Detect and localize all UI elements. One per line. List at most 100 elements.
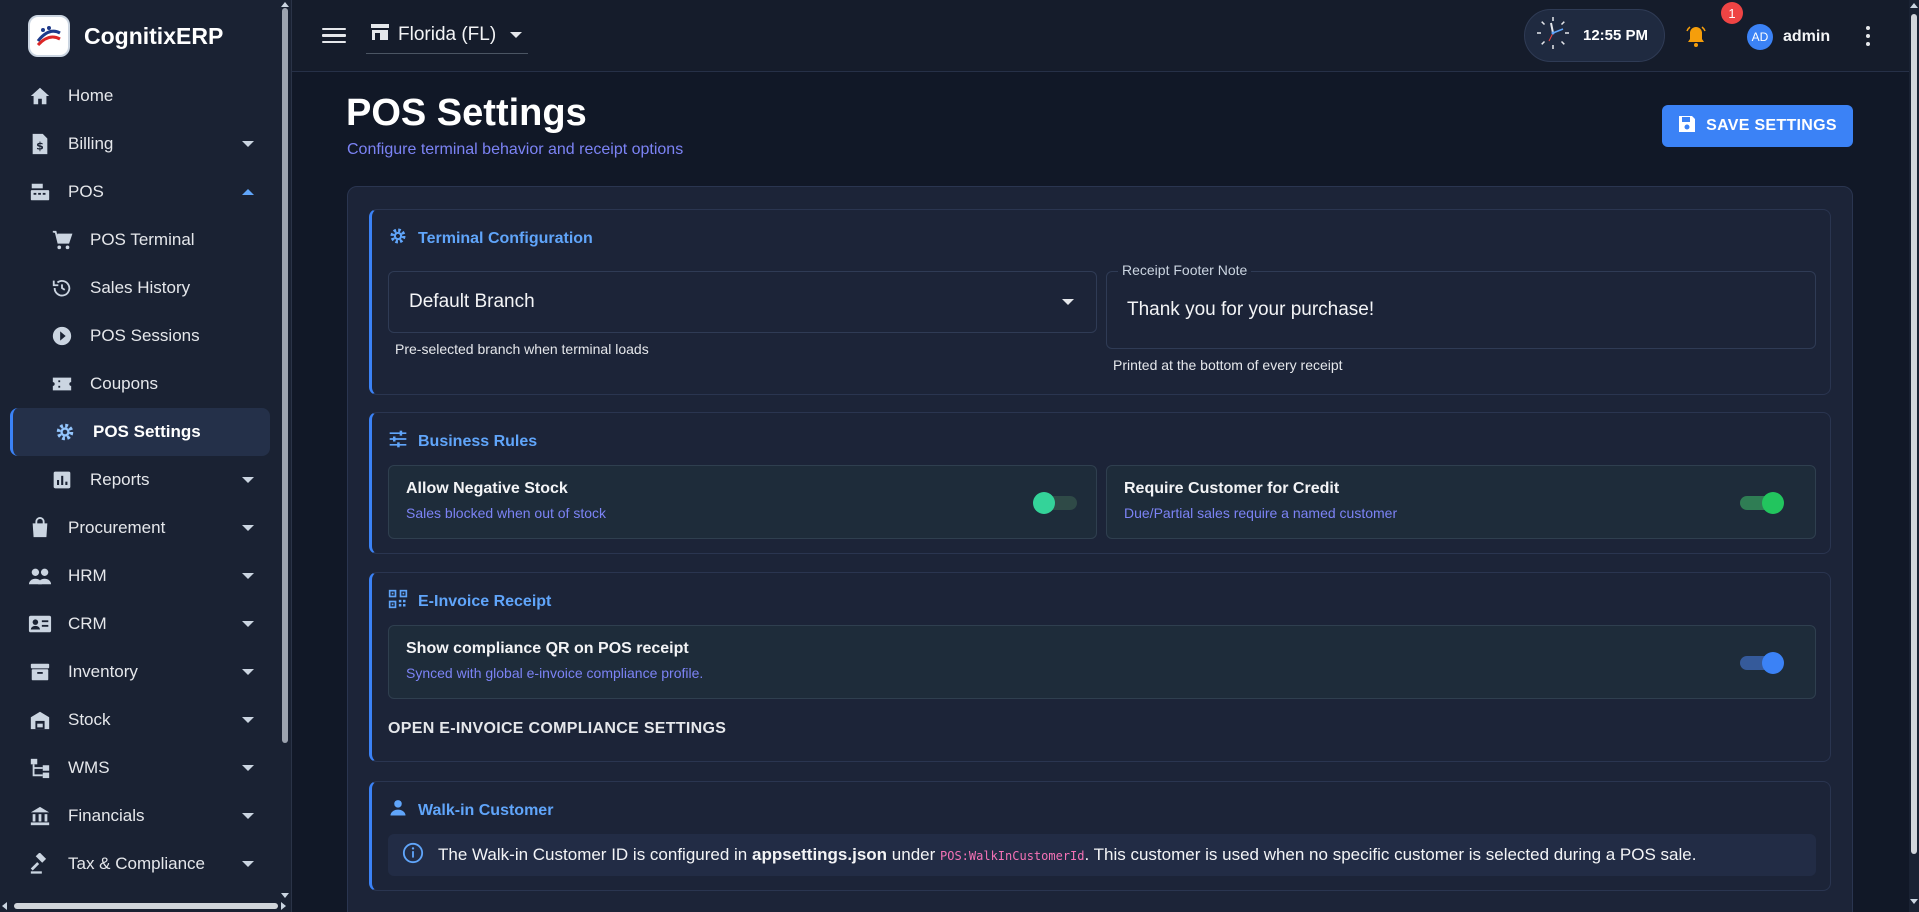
require-customer-toggle[interactable] — [1740, 492, 1784, 514]
branch-name: Florida (FL) — [398, 24, 497, 45]
person-icon — [388, 798, 408, 823]
sidebar-item-pos[interactable]: POS — [0, 168, 282, 216]
require-customer-title: Require Customer for Credit — [1124, 480, 1340, 497]
sidebar-scroll-up-icon[interactable] — [281, 2, 289, 7]
store-icon — [370, 23, 390, 47]
chevron-down-icon — [242, 621, 254, 627]
sidebar-item-pos-sessions[interactable]: POS Sessions — [0, 312, 282, 360]
receipt-footer-label: Receipt Footer Note — [1118, 262, 1252, 278]
sidebar-item-hrm[interactable]: HRM — [0, 552, 282, 600]
sidebar-item-pos-terminal[interactable]: POS Terminal — [0, 216, 282, 264]
terminal-configuration-section: Terminal Configuration Default Branch Pr… — [369, 209, 1831, 395]
gear-icon — [388, 226, 408, 251]
sidebar-item-billing[interactable]: $ Billing — [0, 120, 282, 168]
sidebar-item-home[interactable]: Home — [0, 72, 282, 120]
allow-negative-stock-desc: Sales blocked when out of stock — [406, 505, 607, 521]
brand[interactable]: CognitixERP — [0, 0, 291, 72]
sidebar-item-coupons[interactable]: Coupons — [0, 360, 282, 408]
notification-bell-icon[interactable] — [1684, 24, 1708, 48]
username: admin — [1783, 28, 1831, 45]
home-icon — [28, 84, 52, 108]
receipt-footer-helper: Printed at the bottom of every receipt — [1113, 357, 1343, 373]
page-subtitle: Configure terminal behavior and receipt … — [347, 141, 684, 158]
top-bar: Florida (FL) 12:55 PM 1 AD admin — [292, 0, 1909, 72]
gavel-icon — [28, 852, 52, 876]
sidebar-item-label: POS — [68, 182, 104, 201]
sidebar-item-reports[interactable]: Reports — [0, 456, 282, 504]
menu-icon[interactable] — [322, 24, 346, 48]
clock-time: 12:55 PM — [1583, 27, 1649, 44]
require-customer-row: Require Customer for Credit Due/Partial … — [1106, 465, 1816, 539]
sidebar-item-pos-settings[interactable]: POS Settings — [10, 408, 270, 456]
sidebar-item-stock[interactable]: Stock — [0, 696, 282, 744]
sidebar-item-sales-history[interactable]: Sales History — [0, 264, 282, 312]
open-einvoice-settings-link[interactable]: OPEN E-INVOICE COMPLIANCE SETTINGS — [388, 720, 726, 738]
default-branch-select[interactable]: Default Branch — [388, 271, 1097, 333]
sidebar-item-label: Home — [68, 86, 114, 105]
bank-icon — [28, 804, 52, 828]
archive-box-icon — [28, 660, 52, 684]
sidebar-item-label: HRM — [68, 566, 107, 585]
sidebar-scrollbar[interactable] — [282, 8, 288, 743]
sidebar-item-label: CRM — [68, 614, 107, 633]
walkin-text-part: under — [887, 845, 940, 864]
chevron-down-icon — [242, 477, 254, 483]
user-menu[interactable]: AD admin — [1747, 24, 1830, 50]
section-title: E-Invoice Receipt — [418, 592, 552, 610]
page-scroll-thumb[interactable] — [1911, 14, 1917, 854]
page-scroll-down-icon[interactable] — [1910, 899, 1918, 904]
sidebar-item-label: POS Sessions — [90, 326, 200, 345]
sidebar-scroll-right-icon[interactable] — [281, 902, 286, 910]
sidebar-item-label: POS Terminal — [90, 230, 195, 249]
svg-text:$: $ — [36, 140, 44, 153]
sidebar-item-label: POS Settings — [93, 422, 201, 441]
receipt-footer-input[interactable]: Thank you for your purchase! — [1106, 271, 1816, 349]
sidebar-item-procurement[interactable]: Procurement — [0, 504, 282, 552]
gear-icon — [53, 420, 77, 444]
branch-selector[interactable]: Florida (FL) — [366, 18, 529, 54]
save-settings-label: SAVE SETTINGS — [1706, 117, 1837, 134]
chevron-down-icon — [242, 765, 254, 771]
section-title: Walk-in Customer — [418, 801, 554, 819]
business-rules-section: Business Rules Allow Negative Stock Sale… — [369, 412, 1831, 554]
section-header: E-Invoice Receipt — [388, 589, 551, 614]
chevron-down-icon — [242, 717, 254, 723]
sidebar-item-label: Reports — [90, 470, 150, 489]
clock-widget: 12:55 PM — [1524, 9, 1665, 62]
more-options-icon[interactable] — [1865, 26, 1871, 46]
default-branch-value: Default Branch — [409, 291, 535, 312]
sidebar-item-financials[interactable]: Financials — [0, 792, 282, 840]
compliance-qr-title: Show compliance QR on POS receipt — [406, 640, 689, 657]
compliance-qr-desc: Synced with global e-invoice compliance … — [406, 665, 704, 681]
sidebar-scroll-down-icon[interactable] — [281, 893, 289, 898]
sidebar-item-label: Coupons — [90, 374, 159, 393]
appsettings-filename: appsettings.json — [751, 845, 888, 864]
chevron-down-icon — [242, 573, 254, 579]
shopping-bag-icon — [28, 516, 52, 540]
sidebar-horizontal-scrollbar[interactable] — [14, 903, 278, 909]
sidebar-item-wms[interactable]: WMS — [0, 744, 282, 792]
compliance-qr-toggle[interactable] — [1740, 652, 1784, 674]
chevron-down-icon — [242, 669, 254, 675]
toggle-knob — [1762, 492, 1784, 514]
compliance-qr-row: Show compliance QR on POS receipt Synced… — [388, 625, 1816, 699]
sidebar-scroll-left-icon[interactable] — [2, 902, 7, 910]
qr-code-icon — [388, 589, 408, 614]
sidebar-item-crm[interactable]: CRM — [0, 600, 282, 648]
sidebar-item-label: Sales History — [90, 278, 191, 297]
sidebar-item-label: Inventory — [68, 662, 138, 681]
people-icon — [28, 564, 52, 588]
toggle-knob — [1033, 492, 1055, 514]
play-circle-icon — [50, 324, 74, 348]
save-settings-button[interactable]: SAVE SETTINGS — [1662, 105, 1853, 147]
section-title: Business Rules — [418, 432, 538, 450]
page-scrollbar[interactable] — [1909, 0, 1919, 912]
page-scroll-up-icon[interactable] — [1910, 3, 1918, 8]
bar-chart-icon — [50, 468, 74, 492]
sidebar-item-inventory[interactable]: Inventory — [0, 648, 282, 696]
sidebar-item-tax-compliance[interactable]: Tax & Compliance — [0, 840, 282, 888]
clock-icon — [1535, 15, 1571, 56]
sidebar-item-label: Procurement — [68, 518, 166, 537]
allow-negative-stock-toggle[interactable] — [1033, 492, 1077, 514]
caret-down-icon — [510, 32, 523, 38]
